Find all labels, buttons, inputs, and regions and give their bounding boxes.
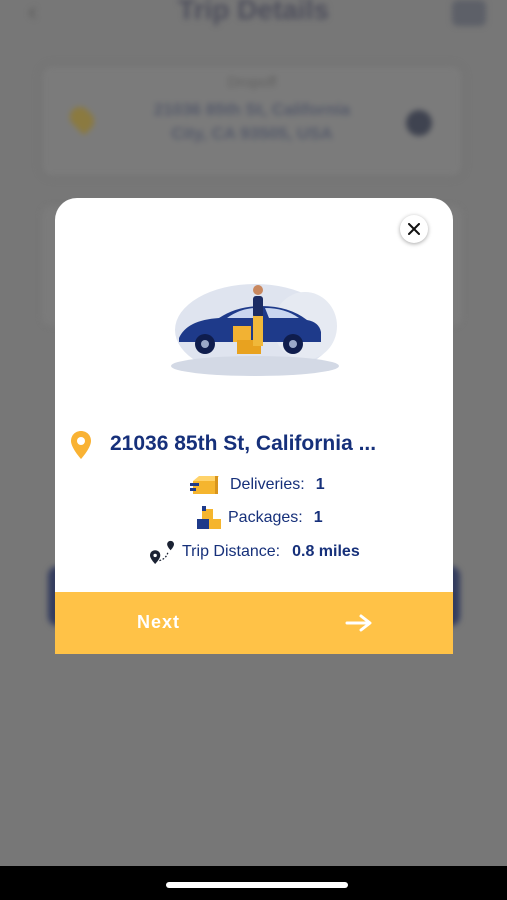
trip-distance-value: 0.8 miles [292,543,360,560]
home-indicator[interactable] [166,882,348,888]
stat-packages: Packages: 1 [194,505,323,531]
close-button[interactable] [400,215,428,243]
background-card-line: City, CA 93505, USA [171,124,333,143]
navigation-icon [406,110,432,136]
close-icon [408,223,420,235]
menu-icon [452,0,486,26]
stat-deliveries: Deliveries: 1 [190,472,325,498]
background-dropoff-card: Dropoff 21036 85th St, California City, … [42,66,462,176]
delivery-box-icon [190,476,219,494]
package-stack-icon [197,506,221,529]
home-bar [0,866,507,900]
packages-label: Packages: [228,509,303,526]
stat-trip-distance: Trip Distance: 0.8 miles [147,539,360,565]
deliveries-value: 1 [315,476,325,493]
next-button-label: Next [137,612,181,632]
car-delivery-illustration [171,279,339,376]
background-card-label: Dropoff [227,74,277,91]
trip-address: 21036 85th St, California ... [70,428,440,460]
packages-value: 1 [313,509,323,526]
route-icon [150,540,174,564]
location-pin-icon [71,431,91,459]
background-title: Trip Details [178,0,329,25]
background-header: ‹ Trip Details [0,0,507,40]
background-card-line: 21036 85th St, California [153,100,351,119]
address-text: 21036 85th St, California ... [110,432,377,455]
trip-summary-modal: 21036 85th St, California ... Deliveries… [55,198,453,654]
deliveries-label: Deliveries: [230,476,305,493]
arrow-right-icon [345,614,372,632]
trip-distance-label: Trip Distance: [182,543,281,560]
next-button[interactable]: Next [55,592,453,654]
